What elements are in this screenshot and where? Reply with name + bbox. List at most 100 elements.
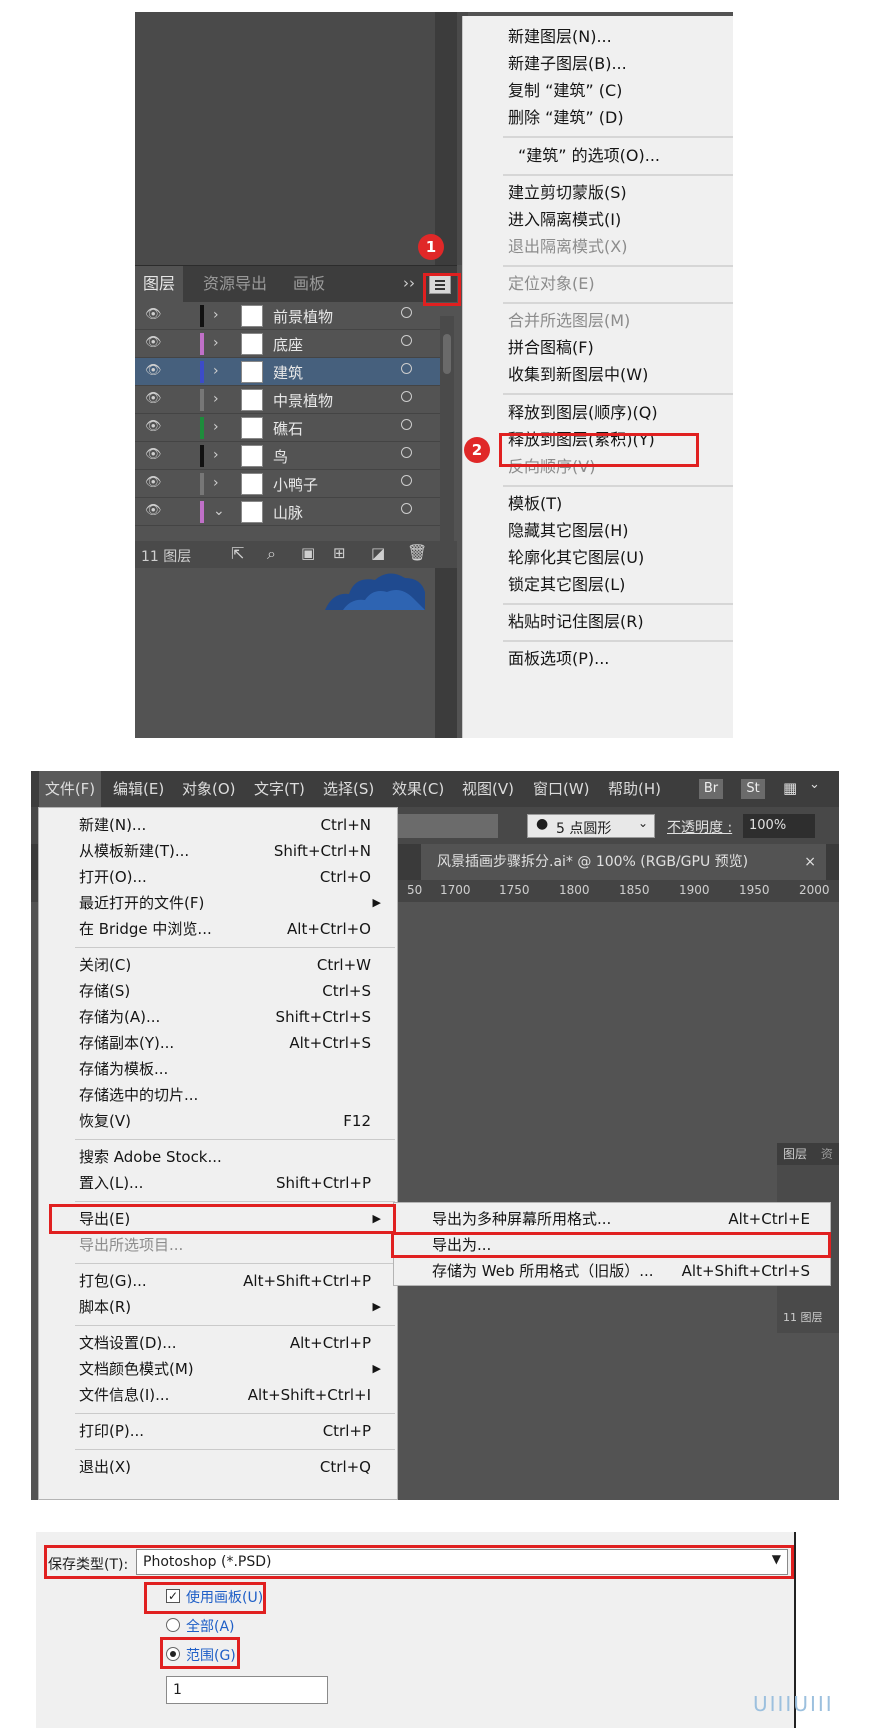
layer-row[interactable]: 👁 › 鸟 <box>135 442 440 470</box>
document-tab[interactable]: 风景插画步骤拆分.ai* @ 100% (RGB/GPU 预览) × <box>421 844 826 880</box>
file-menu-open[interactable]: 打开(O)... Ctrl+O <box>79 864 391 890</box>
clipping-mask-icon[interactable]: ▣ <box>301 544 315 562</box>
target-circle-icon[interactable] <box>401 419 412 430</box>
eye-icon[interactable]: 👁 <box>145 448 163 462</box>
layer-row[interactable]: 👁 › 前景植物 <box>135 302 440 330</box>
menu-item-template[interactable]: 模板(T) <box>508 490 562 518</box>
chevron-down-icon[interactable]: ⌄ <box>213 503 225 519</box>
menu-item-options[interactable]: “建筑” 的选项(O)... <box>518 142 660 170</box>
file-menu-exit[interactable]: 退出(X) Ctrl+Q <box>79 1454 391 1480</box>
file-menu-save-as[interactable]: 存储为(A)... Shift+Ctrl+S <box>79 1004 391 1030</box>
eye-icon[interactable]: 👁 <box>145 420 163 434</box>
file-menu-close[interactable]: 关闭(C) Ctrl+W <box>79 952 391 978</box>
target-circle-icon[interactable] <box>401 363 412 374</box>
mini-tab-assets[interactable]: 资 <box>821 1147 833 1161</box>
chevron-right-icon[interactable]: › <box>213 307 225 323</box>
new-layer-icon[interactable]: ◪ <box>371 544 385 562</box>
file-menu-save[interactable]: 存储(S) Ctrl+S <box>79 978 391 1004</box>
layer-row[interactable]: 👁 › 礁石 <box>135 414 440 442</box>
menu-item-make-clipping-mask[interactable]: 建立剪切蒙版(S) <box>508 179 627 207</box>
menu-item-panel-options[interactable]: 面板选项(P)... <box>508 645 609 673</box>
chevron-right-icon[interactable]: › <box>213 391 225 407</box>
file-menu-search-stock[interactable]: 搜索 Adobe Stock... <box>79 1144 391 1170</box>
menubar-object[interactable]: 对象(O) <box>182 771 236 807</box>
menubar-help[interactable]: 帮助(H) <box>608 771 661 807</box>
target-circle-icon[interactable] <box>401 503 412 514</box>
chevron-right-icon[interactable]: › <box>213 335 225 351</box>
target-circle-icon[interactable] <box>401 475 412 486</box>
menu-item-release-to-layers-sequence[interactable]: 释放到图层(顺序)(Q) <box>508 399 658 427</box>
tab-layers[interactable]: 图层 <box>135 266 184 302</box>
file-menu-new-from-template[interactable]: 从模板新建(T)... Shift+Ctrl+N <box>79 838 391 864</box>
file-menu-place[interactable]: 置入(L)... Shift+Ctrl+P <box>79 1170 391 1196</box>
control-dropdown[interactable] <box>396 814 498 838</box>
layer-row[interactable]: 👁 ⌄ 山脉 <box>135 498 440 526</box>
file-menu-revert[interactable]: 恢复(V) F12 <box>79 1108 391 1134</box>
file-menu-print[interactable]: 打印(P)... Ctrl+P <box>79 1418 391 1444</box>
menubar-effect[interactable]: 效果(C) <box>392 771 444 807</box>
file-menu-open-recent[interactable]: 最近打开的文件(F) ▶ <box>79 890 391 916</box>
layer-row[interactable]: 👁 › 小鸭子 <box>135 470 440 498</box>
search-icon[interactable]: ⌕ <box>267 544 276 564</box>
layer-row[interactable]: 👁 › 中景植物 <box>135 386 440 414</box>
menubar-file[interactable]: 文件(F) <box>39 771 101 807</box>
menu-item-hide-others[interactable]: 隐藏其它图层(H) <box>508 517 629 545</box>
target-circle-icon[interactable] <box>401 335 412 346</box>
export-icon[interactable]: ⇱ <box>231 544 244 563</box>
file-menu-save-template[interactable]: 存储为模板... <box>79 1056 391 1082</box>
close-icon[interactable]: × <box>804 844 816 880</box>
file-menu-save-slices[interactable]: 存储选中的切片... <box>79 1082 391 1108</box>
menubar-view[interactable]: 视图(V) <box>462 771 514 807</box>
target-circle-icon[interactable] <box>401 391 412 402</box>
brush-dropdown[interactable]: ● 5 点圆形 ⌄ <box>527 814 655 838</box>
target-circle-icon[interactable] <box>401 447 412 458</box>
menu-item-new-layer[interactable]: 新建图层(N)... <box>508 23 612 51</box>
file-menu-package[interactable]: 打包(G)... Alt+Shift+Ctrl+P <box>79 1268 391 1294</box>
bridge-icon[interactable]: Br <box>699 779 723 799</box>
range-input[interactable]: 1 <box>166 1676 328 1704</box>
file-menu-document-color-mode[interactable]: 文档颜色模式(M) ▶ <box>79 1356 391 1382</box>
menu-item-flatten-artwork[interactable]: 拼合图稿(F) <box>508 334 594 362</box>
eye-icon[interactable]: 👁 <box>145 504 163 518</box>
new-sublayer-icon[interactable]: ⊞ <box>333 544 346 562</box>
tab-asset-export[interactable]: 资源导出 <box>195 266 275 302</box>
eye-icon[interactable]: 👁 <box>145 364 163 378</box>
chevron-down-icon[interactable]: ⌄ <box>809 777 820 792</box>
workspace-switcher-icon[interactable]: ▦ <box>783 779 805 797</box>
target-circle-icon[interactable] <box>401 307 412 318</box>
menu-item-paste-remembers-layers[interactable]: 粘贴时记住图层(R) <box>508 608 644 636</box>
menubar-select[interactable]: 选择(S) <box>323 771 374 807</box>
layer-row[interactable]: 👁 › 底座 <box>135 330 440 358</box>
menu-item-delete[interactable]: 删除 “建筑” (D) <box>508 104 624 132</box>
eye-icon[interactable]: 👁 <box>145 336 163 350</box>
menubar-type[interactable]: 文字(T) <box>254 771 305 807</box>
menu-item-lock-others[interactable]: 锁定其它图层(L) <box>508 571 625 599</box>
menu-item-new-sublayer[interactable]: 新建子图层(B)... <box>508 50 627 78</box>
export-for-screens[interactable]: 导出为多种屏幕所用格式... Alt+Ctrl+E <box>432 1206 822 1232</box>
all-radio[interactable] <box>166 1618 180 1632</box>
scrollbar-thumb[interactable] <box>443 334 451 374</box>
eye-icon[interactable]: 👁 <box>145 308 163 322</box>
menu-item-duplicate[interactable]: 复制 “建筑” (C) <box>508 77 622 105</box>
layer-list-scrollbar[interactable] <box>440 316 454 541</box>
menu-item-enter-isolation[interactable]: 进入隔离模式(I) <box>508 206 621 234</box>
double-chevron-right-icon[interactable]: ›› <box>403 274 415 292</box>
layer-row-selected[interactable]: 👁 › 建筑 <box>135 358 440 386</box>
eye-icon[interactable]: 👁 <box>145 476 163 490</box>
chevron-right-icon[interactable]: › <box>213 475 225 491</box>
menu-item-collect-new-layer[interactable]: 收集到新图层中(W) <box>508 361 648 389</box>
tab-artboards[interactable]: 画板 <box>285 266 333 302</box>
file-menu-browse-bridge[interactable]: 在 Bridge 中浏览... Alt+Ctrl+O <box>79 916 391 942</box>
menubar-window[interactable]: 窗口(W) <box>533 771 590 807</box>
file-menu-new[interactable]: 新建(N)... Ctrl+N <box>79 812 391 838</box>
chevron-right-icon[interactable]: › <box>213 447 225 463</box>
save-for-web-legacy[interactable]: 存储为 Web 所用格式（旧版）... Alt+Shift+Ctrl+S <box>432 1258 822 1284</box>
all-label[interactable]: 全部(A) <box>186 1616 235 1636</box>
chevron-right-icon[interactable]: › <box>213 363 225 379</box>
stock-icon[interactable]: St <box>741 779 765 799</box>
menubar-edit[interactable]: 编辑(E) <box>113 771 164 807</box>
file-menu-file-info[interactable]: 文件信息(I)... Alt+Shift+Ctrl+I <box>79 1382 391 1408</box>
mini-tab-layers[interactable]: 图层 <box>783 1147 807 1161</box>
chevron-right-icon[interactable]: › <box>213 419 225 435</box>
menu-item-outline-others[interactable]: 轮廓化其它图层(U) <box>508 544 644 572</box>
